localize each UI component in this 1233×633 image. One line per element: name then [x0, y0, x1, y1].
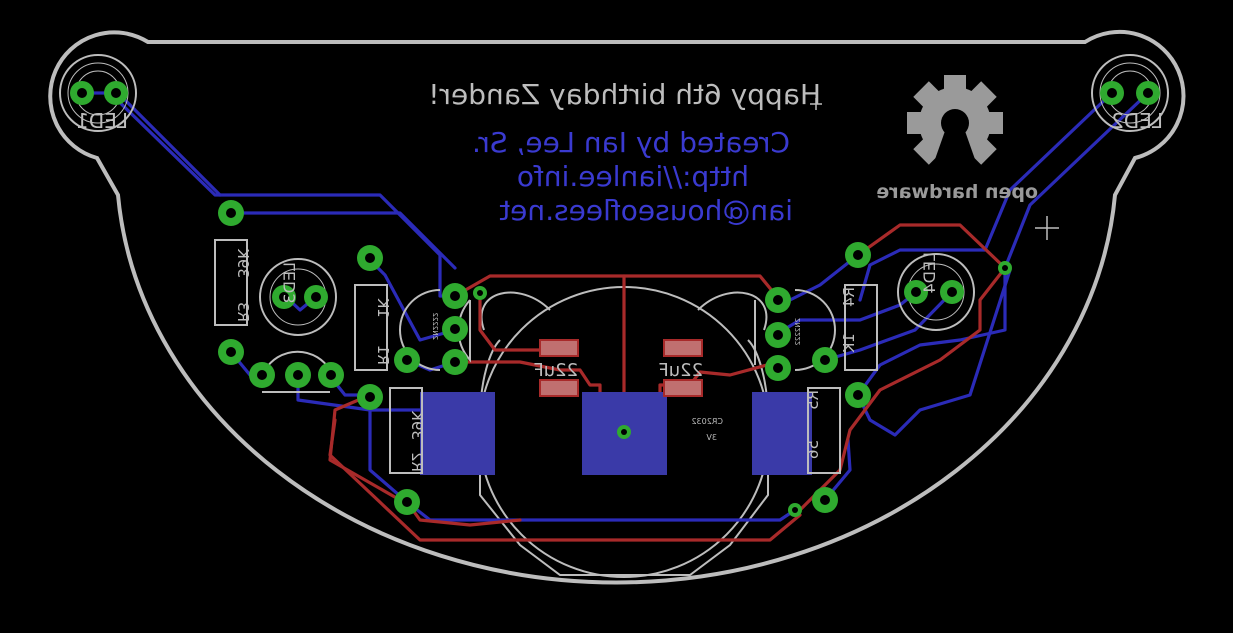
c2-value-label: 22uF — [658, 360, 703, 381]
r1-label: R1 — [374, 345, 392, 365]
pad-led3-b — [304, 285, 328, 309]
pad-r5-1 — [812, 347, 838, 373]
pad-led1-b — [104, 81, 128, 105]
open-hardware-gear-icon — [907, 75, 1003, 165]
pad-r4-2 — [845, 382, 871, 408]
led2-label: LED2 — [1111, 109, 1163, 133]
pad-q-right-2 — [765, 322, 791, 348]
pad-led1-a — [70, 81, 94, 105]
r1-value-label: 1K — [374, 297, 392, 318]
website-text: http://ianlee.info — [517, 160, 749, 193]
cr2032-label: CR2032 — [691, 417, 723, 426]
via-right — [998, 261, 1012, 275]
pad-r2-1 — [394, 347, 420, 373]
pad-r5-2 — [812, 487, 838, 513]
pad-q-bottom-3 — [318, 362, 344, 388]
pcb-layout: Happy 6th birthday Zander! Created by Ia… — [48, 29, 1186, 585]
pad-r3-1 — [218, 200, 244, 226]
r4-label: R4 — [840, 287, 858, 307]
via-center — [617, 425, 631, 439]
pad-r1-2 — [357, 384, 383, 410]
pad-led2-a — [1100, 81, 1124, 105]
led3-label: LED3 — [280, 262, 299, 304]
via-bottom — [788, 503, 802, 517]
pad-r2-2 — [394, 489, 420, 515]
c1-value-label: 22uF — [533, 360, 578, 381]
pad-q-bottom-2 — [285, 362, 311, 388]
pad-led4-b — [940, 280, 964, 304]
battery-voltage-label: 3V — [706, 433, 717, 442]
greeting-text: Happy 6th birthday Zander! — [428, 78, 821, 111]
r2-label: R2 — [408, 452, 426, 472]
pad-q-right-1 — [765, 287, 791, 313]
r5-value-label: 56 — [804, 440, 822, 459]
r3-value-label: 39K — [234, 248, 252, 278]
pad-q-left-2 — [442, 316, 468, 342]
pad-led2-b — [1136, 81, 1160, 105]
r2-value-label: 39K — [408, 410, 426, 440]
pad-r3-2 — [218, 339, 244, 365]
battery-pad-right — [752, 392, 812, 475]
pad-q-bottom-1 — [249, 362, 275, 388]
credit-text: Created by Ian Lee, Sr. — [472, 126, 790, 159]
r3-label: R3 — [234, 302, 252, 322]
r4-value-label: 1K — [840, 333, 858, 354]
email-text: ian@houseoflees.net — [499, 194, 793, 227]
q-left-label: 2N2222 — [431, 312, 439, 340]
battery-pad-left — [420, 392, 495, 475]
led4-label: LED4 — [920, 252, 939, 294]
pad-r4-1 — [845, 242, 871, 268]
battery-pads — [420, 392, 812, 475]
open-hardware-caption: open hardware — [876, 181, 1038, 203]
led1-label: LED1 — [76, 109, 128, 133]
pad-q-right-3 — [765, 355, 791, 381]
pad-q-left-3 — [442, 349, 468, 375]
pad-r1-1 — [357, 245, 383, 271]
pad-q-left-1 — [442, 283, 468, 309]
via-top-left — [473, 286, 487, 300]
q-right-label: 2N2222 — [794, 318, 802, 346]
r5-label: R5 — [804, 390, 822, 410]
board-outline — [48, 29, 1186, 585]
